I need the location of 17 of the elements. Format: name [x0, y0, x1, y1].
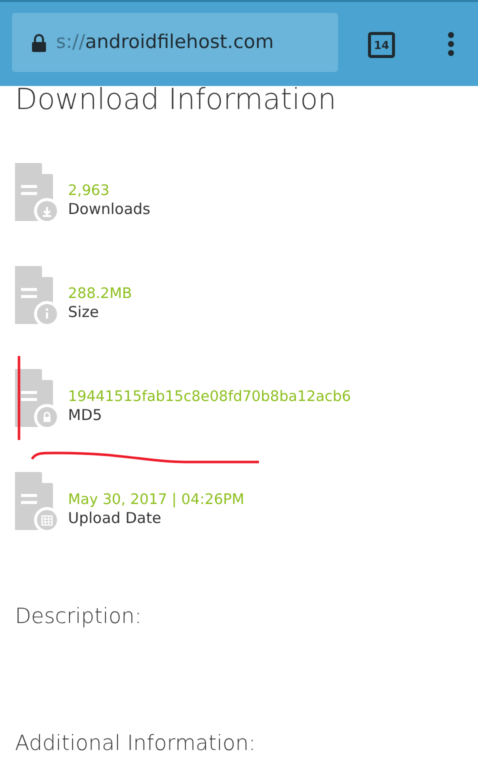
section-heading: Description:	[15, 602, 143, 630]
stat-value: 2,963	[68, 182, 111, 200]
menu-icon[interactable]	[447, 32, 455, 56]
url-host: androidfilehost.com	[85, 30, 274, 56]
stat-label: Downloads	[68, 200, 150, 218]
tab-count-button[interactable]: 14	[368, 32, 395, 58]
stat-value: 19441515fab15c8e08fd70b8ba12acb6	[68, 388, 352, 406]
section-heading: Additional Information:	[15, 730, 257, 758]
stat-label: Upload Date	[68, 508, 162, 527]
stat-label: MD5	[68, 406, 104, 424]
page-heading: Download Information	[15, 82, 338, 117]
lock-icon	[32, 34, 46, 52]
address-bar[interactable]: s://androidfilehost.com	[12, 13, 338, 72]
url-scheme: s://	[56, 30, 86, 56]
stat-label: Size	[68, 302, 100, 321]
stat-value: May 30, 2017 | 04:26PM	[68, 492, 244, 509]
stat-value: 288.2MB	[68, 286, 132, 303]
